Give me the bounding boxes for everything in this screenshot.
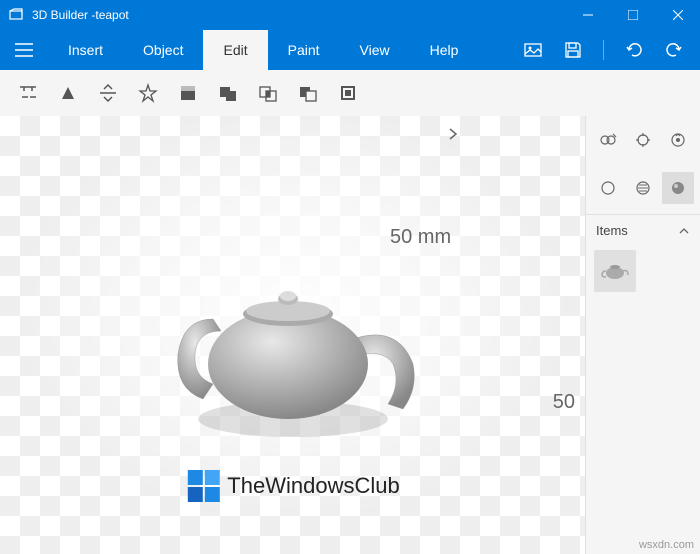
merge-tool[interactable] <box>212 77 244 109</box>
sidebar-row-mode <box>586 116 700 164</box>
hollow-tool[interactable] <box>172 77 204 109</box>
watermark: TheWindowsClub <box>185 468 399 504</box>
dimension-label-width: 50 mm <box>390 226 451 249</box>
items-label: Items <box>596 223 628 238</box>
app-title: 3D Builder -teapot <box>32 8 129 22</box>
minimize-button[interactable] <box>565 0 610 30</box>
watermark-text: TheWindowsClub <box>227 473 399 499</box>
mode-object-icon[interactable] <box>592 124 624 156</box>
hamburger-menu[interactable] <box>0 30 48 70</box>
items-list <box>586 246 700 296</box>
save-button[interactable] <box>555 32 591 68</box>
teapot-model[interactable] <box>153 269 433 454</box>
mode-move-icon[interactable] <box>627 124 659 156</box>
redo-button[interactable] <box>656 32 692 68</box>
footer-tag: wsxdn.com <box>639 539 694 551</box>
intersect-tool[interactable] <box>252 77 284 109</box>
menu-paint[interactable]: Paint <box>268 30 340 70</box>
chevron-up-icon <box>678 223 690 238</box>
shading-smooth-icon[interactable] <box>662 172 694 204</box>
menu-object[interactable]: Object <box>123 30 203 70</box>
window-controls <box>565 0 700 30</box>
split-tool[interactable] <box>12 77 44 109</box>
main-area: 50 mm 50 <box>0 116 700 554</box>
undo-button[interactable] <box>616 32 652 68</box>
viewport-3d[interactable]: 50 mm 50 <box>0 116 585 554</box>
mode-rotate-icon[interactable] <box>662 124 694 156</box>
extrude-tool[interactable] <box>332 77 364 109</box>
close-button[interactable] <box>655 0 700 30</box>
menu-view[interactable]: View <box>340 30 410 70</box>
emboss-tool[interactable] <box>132 77 164 109</box>
edit-toolbar <box>0 70 700 116</box>
item-thumbnail-teapot[interactable] <box>594 250 636 292</box>
sidebar-toggle[interactable] <box>441 122 465 146</box>
shading-wireframe-icon[interactable] <box>592 172 624 204</box>
menu-divider <box>603 40 604 60</box>
app-icon <box>8 7 24 23</box>
subtract-tool[interactable] <box>292 77 324 109</box>
sidebar-row-shading <box>586 164 700 215</box>
menu-help[interactable]: Help <box>410 30 479 70</box>
image-button[interactable] <box>515 32 551 68</box>
simplify-tool[interactable] <box>52 77 84 109</box>
watermark-logo-icon <box>185 468 221 504</box>
items-panel-header[interactable]: Items <box>586 215 700 246</box>
titlebar: 3D Builder -teapot <box>0 0 700 30</box>
shading-flat-icon[interactable] <box>627 172 659 204</box>
sidebar: Items <box>585 116 700 554</box>
menu-edit[interactable]: Edit <box>203 30 267 70</box>
menu-insert[interactable]: Insert <box>48 30 123 70</box>
maximize-button[interactable] <box>610 0 655 30</box>
smooth-tool[interactable] <box>92 77 124 109</box>
menubar: Insert Object Edit Paint View Help <box>0 30 700 70</box>
dimension-label-depth: 50 <box>553 391 575 414</box>
